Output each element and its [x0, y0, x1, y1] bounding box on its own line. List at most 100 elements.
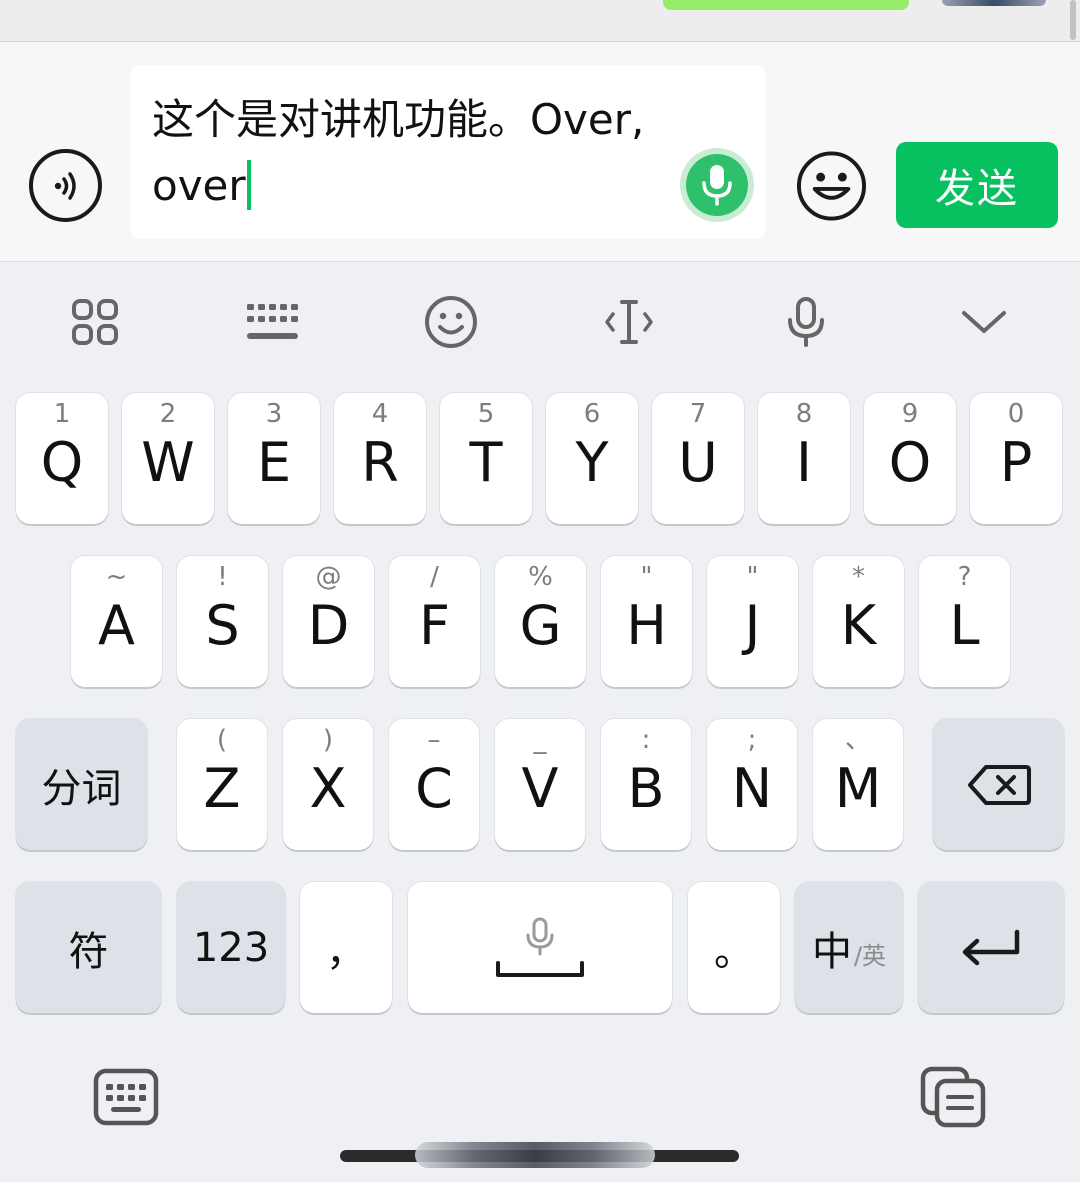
- key-hint: /: [430, 562, 439, 592]
- key-g[interactable]: % G: [495, 556, 586, 687]
- enter-key[interactable]: [918, 882, 1064, 1013]
- key-label: G: [519, 594, 562, 657]
- key-hint: ;: [747, 725, 757, 755]
- symbols-key[interactable]: 符: [16, 882, 161, 1013]
- apps-grid-icon[interactable]: [65, 292, 125, 352]
- key-label: O: [888, 431, 932, 494]
- key-label: Q: [40, 431, 84, 494]
- period-key[interactable]: 。: [688, 882, 780, 1013]
- key-z[interactable]: (Z: [177, 719, 267, 850]
- key-hint: ": [746, 562, 759, 592]
- blurred-overlay: [415, 1142, 655, 1168]
- key-label: S: [205, 594, 240, 657]
- segment-key-label: 分词: [41, 765, 122, 812]
- message-input-text: 这个是对讲机功能。Over, over: [152, 87, 692, 219]
- emoji-button[interactable]: [795, 149, 868, 222]
- key-u[interactable]: 7U: [652, 393, 744, 524]
- key-hint: 2: [159, 399, 177, 429]
- key-label: H: [626, 594, 667, 657]
- key-label: F: [418, 594, 451, 657]
- space-key[interactable]: [408, 882, 672, 1013]
- segment-key[interactable]: 分词: [16, 719, 147, 850]
- key-q[interactable]: 1Q: [16, 393, 108, 524]
- key-label: U: [678, 431, 718, 494]
- key-b[interactable]: :B: [601, 719, 691, 850]
- key-o[interactable]: 9O: [864, 393, 956, 524]
- avatar[interactable]: [942, 0, 1046, 6]
- key-f[interactable]: / F: [389, 556, 480, 687]
- key-e[interactable]: 3E: [228, 393, 320, 524]
- key-hint: –: [427, 725, 441, 755]
- microphone-icon[interactable]: [776, 292, 836, 352]
- key-label: Y: [575, 431, 609, 494]
- send-button[interactable]: 发送: [896, 142, 1058, 228]
- key-hint: ): [322, 725, 334, 755]
- microphone-icon: [686, 154, 748, 216]
- key-label: T: [469, 431, 503, 494]
- symbols-key-label: 符: [68, 928, 109, 975]
- key-l[interactable]: ? L: [919, 556, 1010, 687]
- key-h[interactable]: " H: [601, 556, 692, 687]
- chevron-down-icon[interactable]: [954, 292, 1014, 352]
- key-hint: _: [533, 725, 547, 755]
- key-hint: 8: [795, 399, 813, 429]
- key-s[interactable]: ! S: [177, 556, 268, 687]
- backspace-key[interactable]: [933, 719, 1064, 850]
- key-label: X: [309, 757, 347, 820]
- clipboard-icon[interactable]: [918, 1062, 988, 1132]
- scrollbar: [1070, 0, 1076, 40]
- numbers-key-label: 123: [192, 924, 270, 971]
- key-n[interactable]: ; N: [707, 719, 797, 850]
- key-label: R: [361, 431, 399, 494]
- key-label: N: [731, 757, 773, 820]
- keyboard-switch-icon[interactable]: [91, 1062, 161, 1132]
- numbers-key[interactable]: 123: [177, 882, 285, 1013]
- enter-icon: [918, 882, 1064, 1013]
- key-hint: 6: [583, 399, 601, 429]
- key-v[interactable]: _ V: [495, 719, 585, 850]
- voice-input-toggle-button[interactable]: [29, 149, 102, 222]
- key-p[interactable]: 0P: [970, 393, 1062, 524]
- key-hint: :: [641, 725, 651, 755]
- key-hint: ~: [105, 562, 128, 592]
- key-d[interactable]: @ D: [283, 556, 374, 687]
- voice-wave-icon: [54, 171, 76, 200]
- key-r[interactable]: 4R: [334, 393, 426, 524]
- key-label: E: [256, 431, 292, 494]
- sent-message-bubble[interactable]: [663, 0, 909, 10]
- key-c[interactable]: – C: [389, 719, 479, 850]
- message-line-2-text: over: [152, 161, 246, 210]
- key-m[interactable]: 、 M: [813, 719, 903, 850]
- key-hint: *: [852, 562, 865, 592]
- key-k[interactable]: * K: [813, 556, 904, 687]
- key-t[interactable]: 5T: [440, 393, 532, 524]
- key-y[interactable]: 6Y: [546, 393, 638, 524]
- key-label: J: [744, 594, 761, 657]
- chat-area-edge: [0, 0, 1080, 42]
- key-a[interactable]: ~ A: [71, 556, 162, 687]
- comma-key[interactable]: ，: [300, 882, 392, 1013]
- key-label: K: [840, 594, 877, 657]
- message-input-field[interactable]: 这个是对讲机功能。Over, over: [130, 65, 766, 239]
- key-i[interactable]: 8I: [758, 393, 850, 524]
- key-hint: ?: [957, 562, 972, 592]
- keyboard-layout-icon[interactable]: [243, 292, 303, 352]
- key-x[interactable]: ) X: [283, 719, 373, 850]
- key-hint: (: [216, 725, 228, 755]
- key-hint: 9: [901, 399, 919, 429]
- key-label: V: [521, 757, 559, 820]
- key-label: M: [834, 757, 882, 820]
- language-switch-key[interactable]: 中/英: [795, 882, 903, 1013]
- space-microphone-icon: [526, 917, 554, 955]
- voice-to-text-button[interactable]: [680, 148, 754, 222]
- comma-key-label: ，: [326, 928, 366, 975]
- key-hint: 0: [1007, 399, 1025, 429]
- key-hint: 、: [844, 725, 871, 755]
- cursor-move-icon[interactable]: [599, 292, 659, 352]
- key-j[interactable]: " J: [707, 556, 798, 687]
- emoji-icon[interactable]: [421, 292, 481, 352]
- key-label: W: [141, 431, 195, 494]
- smiley-icon: [796, 150, 867, 221]
- key-w[interactable]: 2W: [122, 393, 214, 524]
- key-hint: 5: [477, 399, 495, 429]
